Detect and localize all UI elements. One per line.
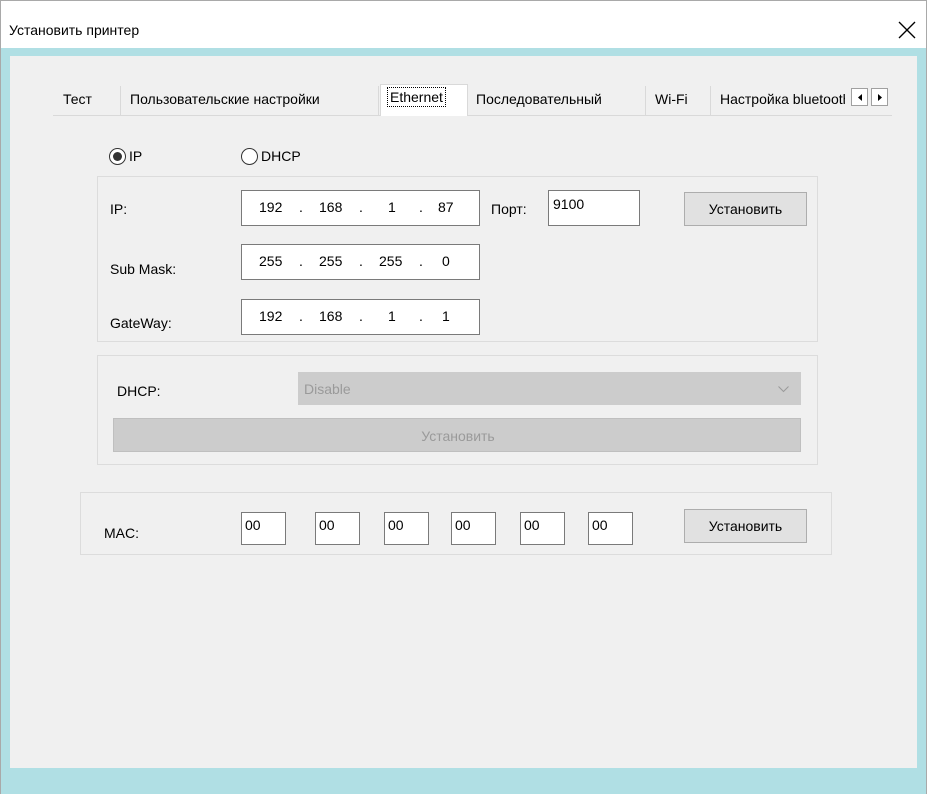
chevron-down-icon bbox=[778, 386, 789, 393]
ip-separator: . bbox=[299, 253, 303, 269]
ip-octet: 168 bbox=[319, 199, 343, 215]
ip-separator: . bbox=[359, 253, 363, 269]
mac-octet-value: 00 bbox=[524, 517, 540, 533]
ip-octet: 0 bbox=[442, 253, 450, 269]
ip-separator: . bbox=[419, 308, 423, 324]
ip-separator: . bbox=[359, 308, 363, 324]
mac-octet-field[interactable]: 00 bbox=[588, 512, 633, 545]
dhcp-selected-value: Disable bbox=[304, 381, 351, 397]
port-input[interactable]: 9100 bbox=[548, 190, 640, 226]
port-value: 9100 bbox=[553, 196, 585, 212]
dhcp-label: DHCP: bbox=[117, 383, 161, 399]
ip-octet: 1 bbox=[388, 199, 396, 215]
ip-octet: 1 bbox=[442, 308, 450, 324]
mac-octet-value: 00 bbox=[245, 517, 261, 533]
tab-ethernet[interactable]: Ethernet bbox=[380, 84, 468, 116]
set-mac-button[interactable]: Установить bbox=[684, 509, 807, 543]
tab-scroll-left-button[interactable] bbox=[851, 88, 868, 106]
ip-octet: 1 bbox=[388, 308, 396, 324]
ip-address-field[interactable]: 192 . 168 . 1 . 87 bbox=[241, 190, 480, 226]
ip-octet: 255 bbox=[259, 253, 283, 269]
tab-label: Последовательный bbox=[476, 91, 602, 107]
ip-octet: 192 bbox=[259, 308, 283, 324]
ip-octet: 255 bbox=[319, 253, 343, 269]
mac-octet-field[interactable]: 00 bbox=[520, 512, 565, 545]
mac-octet-field[interactable]: 00 bbox=[315, 512, 360, 545]
ip-separator: . bbox=[419, 199, 423, 215]
dhcp-mode-label: DHCP bbox=[261, 148, 301, 164]
window-title: Установить принтер bbox=[9, 22, 140, 38]
mac-octet-value: 00 bbox=[388, 517, 404, 533]
ip-mode-radio[interactable] bbox=[109, 148, 126, 165]
ip-octet: 192 bbox=[259, 199, 283, 215]
ip-separator: . bbox=[419, 253, 423, 269]
tab-user-settings[interactable]: Пользовательские настройки bbox=[121, 86, 379, 116]
ip-octet: 87 bbox=[438, 199, 454, 215]
ip-separator: . bbox=[299, 199, 303, 215]
dhcp-mode-radio[interactable] bbox=[241, 148, 258, 165]
tab-bluetooth[interactable]: Настройка bluetooth bbox=[711, 86, 845, 116]
arrow-right-icon bbox=[878, 94, 882, 101]
mac-octet-value: 00 bbox=[319, 517, 335, 533]
tab-label: Пользовательские настройки bbox=[130, 91, 320, 107]
tab-label: Настройка bluetooth bbox=[720, 91, 845, 107]
dhcp-set-button[interactable]: Установить bbox=[113, 418, 801, 452]
tab-serial[interactable]: Последовательный bbox=[468, 86, 646, 116]
tab-label: Wi-Fi bbox=[655, 91, 688, 107]
mac-octet-field[interactable]: 00 bbox=[451, 512, 496, 545]
mac-octet-value: 00 bbox=[592, 517, 608, 533]
ip-separator: . bbox=[299, 308, 303, 324]
tab-label: Ethernet bbox=[387, 87, 446, 107]
sub-mask-field[interactable]: 255 . 255 . 255 . 0 bbox=[241, 244, 480, 280]
radio-selected-dot bbox=[113, 152, 122, 161]
ip-label: IP: bbox=[110, 201, 128, 217]
tab-label: Тест bbox=[63, 91, 92, 107]
ip-octet: 255 bbox=[379, 253, 403, 269]
ip-separator: . bbox=[359, 199, 363, 215]
button-label: Установить bbox=[708, 518, 783, 534]
tab-test[interactable]: Тест bbox=[53, 86, 121, 116]
mac-octet-value: 00 bbox=[455, 517, 471, 533]
button-label: Установить bbox=[421, 428, 495, 444]
set-ip-button[interactable]: Установить bbox=[684, 192, 807, 226]
port-label: Порт: bbox=[491, 201, 527, 217]
gateway-field[interactable]: 192 . 168 . 1 . 1 bbox=[241, 299, 480, 335]
dhcp-select[interactable]: Disable bbox=[298, 372, 801, 405]
close-icon bbox=[898, 21, 916, 39]
ip-octet: 168 bbox=[319, 308, 343, 324]
mac-label: MAC: bbox=[104, 525, 139, 541]
gateway-label: GateWay: bbox=[110, 315, 172, 331]
ip-mode-label: IP bbox=[129, 148, 143, 164]
close-button[interactable] bbox=[888, 12, 926, 48]
tab-wifi[interactable]: Wi-Fi bbox=[646, 86, 711, 116]
sub-mask-label: Sub Mask: bbox=[110, 261, 177, 277]
button-label: Установить bbox=[708, 201, 783, 217]
mac-octet-field[interactable]: 00 bbox=[384, 512, 429, 545]
tab-scroll-right-button[interactable] bbox=[871, 88, 888, 106]
mac-octet-field[interactable]: 00 bbox=[241, 512, 286, 545]
arrow-left-icon bbox=[858, 94, 862, 101]
